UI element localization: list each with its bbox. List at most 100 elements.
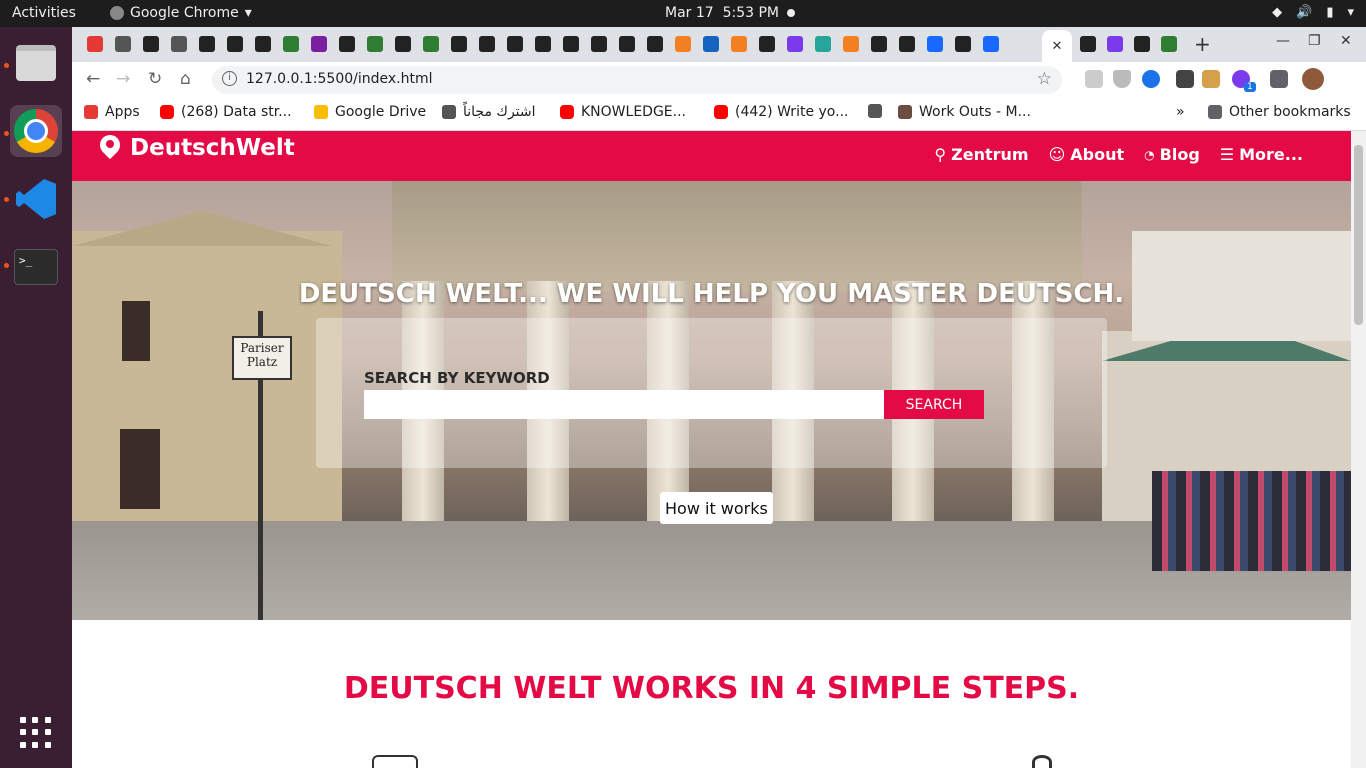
terminal-launcher[interactable]: >_: [10, 241, 62, 293]
extension-icon[interactable]: [1085, 70, 1103, 88]
tab-favicon-icon: [927, 36, 943, 52]
browser-tab[interactable]: [474, 33, 500, 55]
shield-icon[interactable]: [1113, 70, 1131, 88]
browser-tab[interactable]: [922, 33, 948, 55]
bookmark-item[interactable]: (268) Data str...: [160, 104, 292, 120]
browser-tab[interactable]: [782, 33, 808, 55]
browser-tab[interactable]: [586, 33, 612, 55]
browser-tab[interactable]: [530, 33, 556, 55]
extension-icon[interactable]: [1176, 70, 1194, 88]
how-it-works-button[interactable]: How it works: [660, 492, 773, 524]
home-button[interactable]: ⌂: [180, 69, 191, 89]
browser-tab[interactable]: [278, 33, 304, 55]
bookmark-favicon-icon: [442, 105, 456, 119]
nav-about[interactable]: ☺ About: [1049, 145, 1125, 164]
browser-tab[interactable]: [950, 33, 976, 55]
show-apps-icon[interactable]: [20, 717, 52, 749]
page-scrollbar[interactable]: [1351, 131, 1366, 768]
browser-tab[interactable]: [110, 33, 136, 55]
browser-tab[interactable]: [362, 33, 388, 55]
files-icon: [16, 45, 56, 81]
browser-tab[interactable]: [418, 33, 444, 55]
restore-button[interactable]: ❐: [1308, 33, 1321, 49]
user-icon: ☺: [1048, 145, 1066, 164]
bookmark-item[interactable]: Work Outs - M...: [898, 104, 1031, 120]
site-logo[interactable]: DeutschWelt: [100, 135, 295, 161]
browser-tab[interactable]: [1156, 33, 1182, 55]
vscode-launcher[interactable]: [10, 173, 62, 225]
bookmark-star-icon[interactable]: ☆: [1037, 69, 1052, 89]
activities-button[interactable]: Activities: [12, 5, 76, 21]
tab-favicon-icon: [983, 36, 999, 52]
browser-tab[interactable]: [222, 33, 248, 55]
browser-tab[interactable]: [1129, 33, 1155, 55]
nav-zentrum[interactable]: ⚲ Zentrum: [934, 145, 1028, 164]
tab-favicon-icon: [507, 36, 523, 52]
browser-tab[interactable]: [698, 33, 724, 55]
browser-tab[interactable]: [166, 33, 192, 55]
bookmark-item[interactable]: Google Drive: [314, 104, 426, 120]
forward-button[interactable]: →: [116, 69, 130, 89]
browser-tab[interactable]: [810, 33, 836, 55]
bookmark-other[interactable]: Other bookmarks: [1208, 104, 1351, 120]
bookmark-item[interactable]: KNOWLEDGE...: [560, 104, 686, 120]
browser-tab[interactable]: [502, 33, 528, 55]
search-button[interactable]: SEARCH: [884, 390, 984, 419]
folder-icon: [1208, 105, 1222, 119]
site-info-icon[interactable]: i: [222, 71, 237, 86]
back-button[interactable]: ←: [86, 69, 100, 89]
browser-tab[interactable]: [614, 33, 640, 55]
scrollbar-thumb[interactable]: [1354, 145, 1363, 325]
search-input[interactable]: [364, 390, 884, 419]
extension-icon[interactable]: [1202, 70, 1220, 88]
browser-tab[interactable]: [250, 33, 276, 55]
browser-tab[interactable]: [390, 33, 416, 55]
browser-tab[interactable]: [642, 33, 668, 55]
tab-favicon-icon: [115, 36, 131, 52]
puzzle-icon[interactable]: [1270, 70, 1288, 88]
avatar[interactable]: [1302, 68, 1324, 90]
files-launcher[interactable]: [10, 37, 62, 89]
browser-tab[interactable]: [82, 33, 108, 55]
tab-strip: ✕ + — ❐ ✕: [72, 27, 1366, 62]
tab-favicon-icon: [339, 36, 355, 52]
browser-tab[interactable]: [838, 33, 864, 55]
browser-tab[interactable]: [754, 33, 780, 55]
new-tab-button[interactable]: +: [1194, 32, 1211, 56]
browser-tab[interactable]: [894, 33, 920, 55]
chrome-launcher[interactable]: [10, 105, 62, 157]
browser-tab[interactable]: [194, 33, 220, 55]
nav-more[interactable]: ☰ More...: [1220, 145, 1303, 164]
clock[interactable]: Mar 17 5:53 PM: [665, 5, 779, 21]
active-tab[interactable]: ✕: [1042, 30, 1072, 62]
browser-tab[interactable]: [558, 33, 584, 55]
nav-blog[interactable]: ◔ Blog: [1144, 145, 1200, 164]
crowd-image: [1152, 471, 1351, 571]
address-bar[interactable]: i 127.0.0.1:5500/index.html ☆: [212, 66, 1062, 94]
reload-button[interactable]: ↻: [148, 69, 162, 89]
tab-favicon-icon: [591, 36, 607, 52]
browser-tab[interactable]: [670, 33, 696, 55]
browser-tab[interactable]: [726, 33, 752, 55]
browser-tab[interactable]: [1075, 33, 1101, 55]
browser-tab[interactable]: [446, 33, 472, 55]
app-menu[interactable]: Google Chrome ▾: [110, 5, 252, 21]
browser-tab[interactable]: [866, 33, 892, 55]
system-menu[interactable]: ◆ 🔊 ▮ ▾: [1272, 5, 1354, 20]
nav-blog-label: Blog: [1159, 145, 1200, 164]
extension-icon[interactable]: [1142, 70, 1160, 88]
bookmark-label: KNOWLEDGE...: [581, 104, 686, 120]
browser-tab[interactable]: [306, 33, 332, 55]
browser-tab[interactable]: [334, 33, 360, 55]
close-tab-icon[interactable]: ✕: [1052, 39, 1063, 54]
bookmark-item[interactable]: [868, 104, 882, 118]
minimize-button[interactable]: —: [1276, 33, 1290, 49]
browser-tab[interactable]: [1102, 33, 1128, 55]
close-window-button[interactable]: ✕: [1340, 33, 1352, 49]
bookmark-item[interactable]: اشترك مجاناً: [442, 104, 536, 120]
bookmark-apps[interactable]: Apps: [84, 104, 140, 120]
bookmark-item[interactable]: (442) Write yo...: [714, 104, 848, 120]
more-bookmarks-button[interactable]: »: [1176, 104, 1185, 120]
browser-tab[interactable]: [138, 33, 164, 55]
browser-tab[interactable]: [978, 33, 1004, 55]
